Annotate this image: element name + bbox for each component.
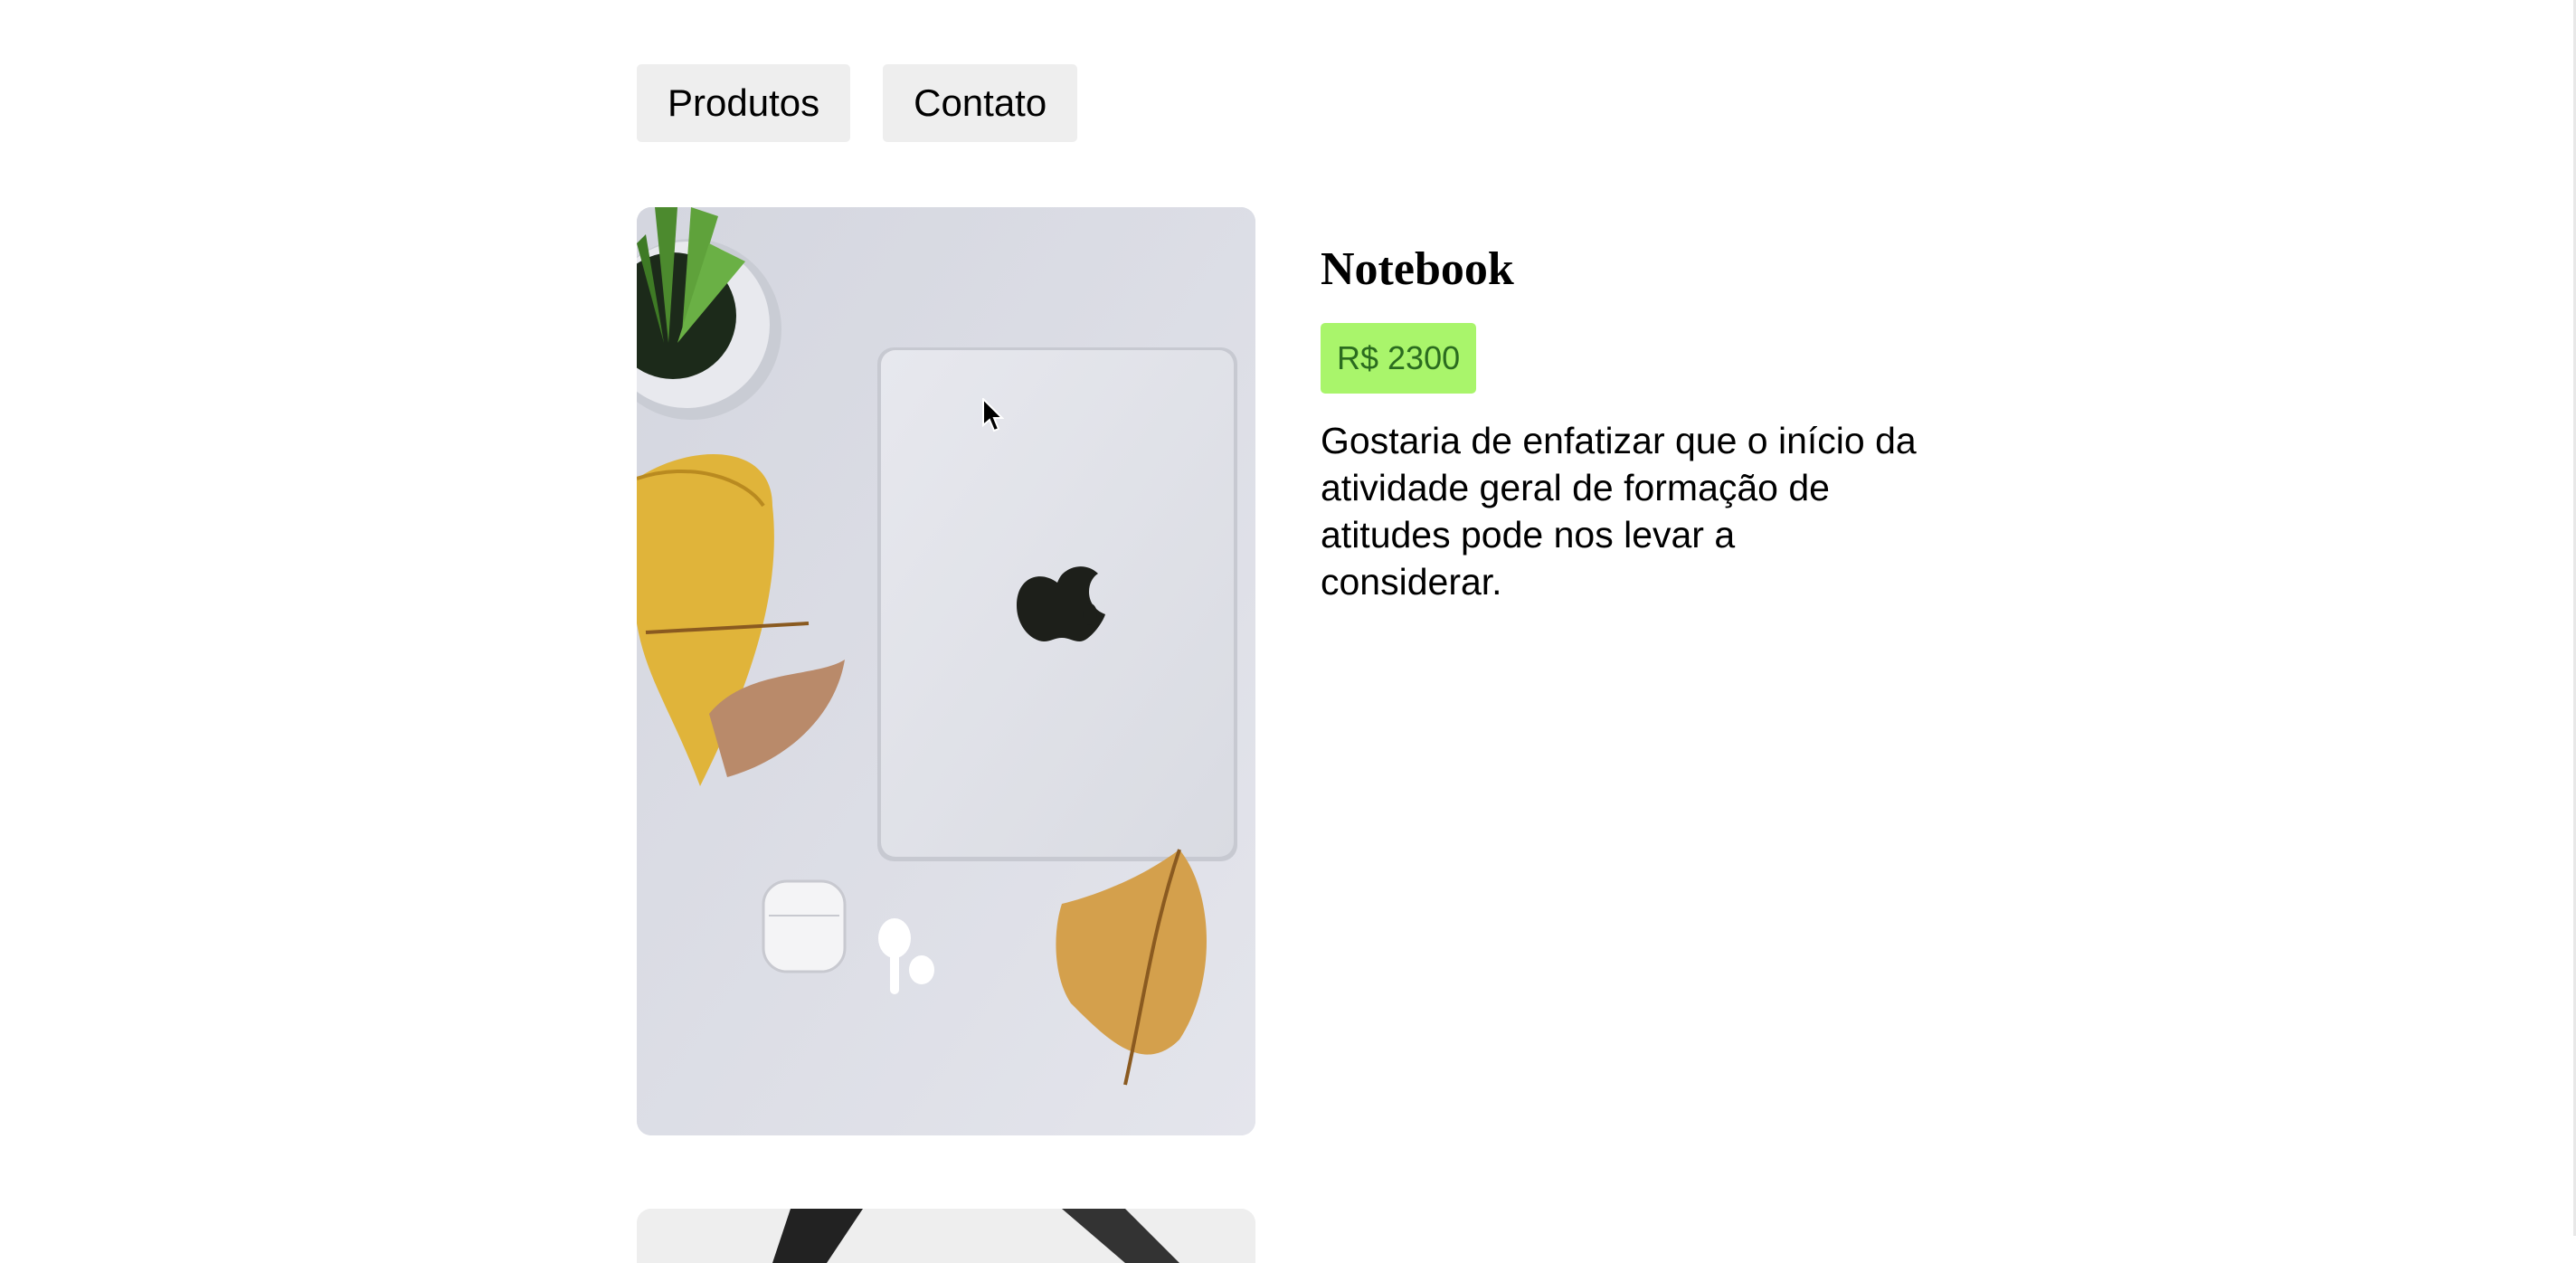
nav-produtos-button[interactable]: Produtos: [637, 64, 851, 142]
price-badge: R$ 2300: [1321, 323, 1477, 394]
product-info: Notebook R$ 2300 Gostaria de enfatizar q…: [1321, 242, 1954, 605]
mouse-cursor-icon: [982, 396, 1005, 437]
next-product-image[interactable]: [637, 1209, 1255, 1263]
product-image[interactable]: [637, 207, 1255, 1135]
next-product-photo-icon: [637, 1209, 1255, 1263]
product-title: Notebook: [1321, 243, 1514, 295]
product-description: Gostaria de enfatizar que o início da at…: [1321, 420, 1917, 603]
laptop-photo-icon: [637, 207, 1255, 1135]
top-nav: Produtos Contato: [637, 64, 1078, 142]
nav-contato-button[interactable]: Contato: [883, 64, 1078, 142]
